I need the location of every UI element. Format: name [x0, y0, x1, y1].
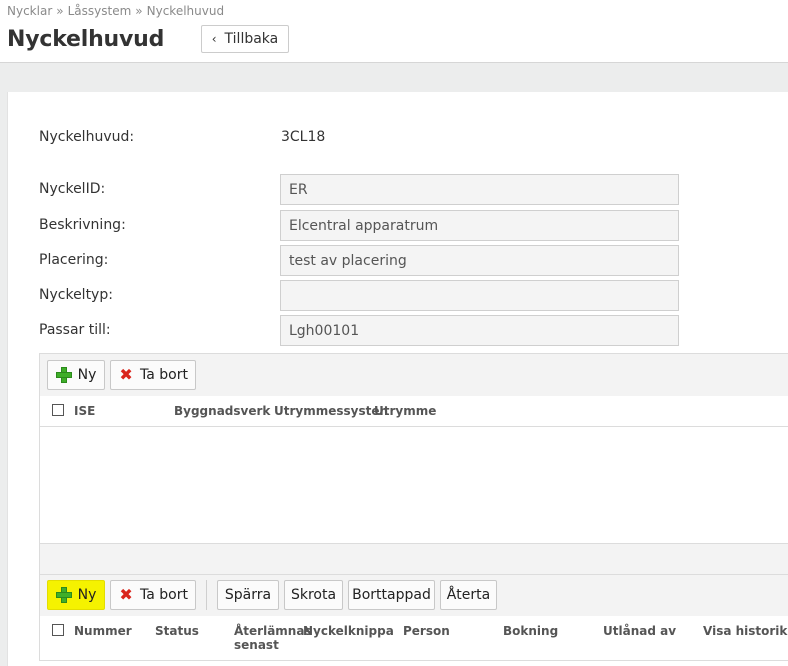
byggnadsverk-column-header[interactable]: Byggnadsverk [174, 404, 270, 418]
ise-grid-header: ISE Byggnadsverk Utrymmessysten Utrymme [39, 396, 788, 427]
utrymmessysten-column-header[interactable]: Utrymmessysten [274, 404, 388, 418]
plus-icon [55, 587, 72, 603]
ise-grid-body [39, 427, 788, 543]
ise-delete-label: Ta bort [140, 367, 188, 383]
breadcrumb-item-lassystem[interactable]: Låssystem [68, 4, 132, 18]
delete-x-icon: ✖ [119, 585, 133, 604]
nyckelid-label: NyckelID: [39, 181, 106, 197]
aterlamnas-senast-column-header[interactable]: Återlämnas senast [234, 624, 312, 652]
page-title: Nyckelhuvud [7, 27, 165, 52]
passar-till-field[interactable]: Lgh00101 [280, 315, 679, 346]
utlanad-av-column-header[interactable]: Utlånad av [603, 624, 676, 638]
ise-select-all-checkbox[interactable] [52, 404, 64, 416]
keys-grid-header: Nummer Status Återlämnas senast Nyckelkn… [39, 616, 788, 661]
block-button[interactable]: Spärra [217, 580, 279, 610]
keys-select-all-checkbox[interactable] [52, 624, 64, 636]
beskrivning-field[interactable]: Elcentral apparatrum [280, 210, 679, 241]
back-button[interactable]: ‹ Tillbaka [201, 25, 289, 53]
plus-icon [55, 367, 72, 383]
breadcrumb-separator: » [56, 4, 64, 18]
keys-new-label: Ny [77, 587, 97, 603]
breadcrumb: Nycklar» Låssystem» Nyckelhuvud [7, 4, 224, 18]
placering-label: Placering: [39, 252, 109, 268]
nummer-column-header[interactable]: Nummer [74, 624, 132, 638]
nyckelid-field[interactable]: ER [280, 174, 679, 205]
visa-historik-column-header[interactable]: Visa historik [703, 624, 787, 638]
ise-grid-footer [39, 543, 788, 575]
bokning-column-header[interactable]: Bokning [503, 624, 558, 638]
ise-column-header[interactable]: ISE [74, 404, 95, 418]
ise-new-label: Ny [77, 367, 97, 383]
nyckelknippa-column-header[interactable]: Nyckelknippa [303, 624, 394, 638]
ise-new-button[interactable]: Ny [47, 360, 105, 390]
nyckelhuvud-value: 3CL18 [281, 129, 326, 145]
nyckelhuvud-label: Nyckelhuvud: [39, 129, 135, 145]
keys-new-button[interactable]: Ny [47, 580, 105, 610]
keys-delete-button[interactable]: ✖ Ta bort [110, 580, 196, 610]
scrap-button[interactable]: Skrota [284, 580, 343, 610]
breadcrumb-separator: » [135, 4, 143, 18]
breadcrumb-item-current: Nyckelhuvud [146, 4, 225, 18]
restore-button[interactable]: Återta [440, 580, 497, 610]
lost-button[interactable]: Borttappad [348, 580, 435, 610]
ise-delete-button[interactable]: ✖ Ta bort [110, 360, 196, 390]
breadcrumb-item-nycklar[interactable]: Nycklar [7, 4, 52, 18]
status-column-header[interactable]: Status [155, 624, 199, 638]
keys-delete-label: Ta bort [140, 587, 188, 603]
page-header: Nycklar» Låssystem» Nyckelhuvud Nyckelhuvu… [0, 0, 788, 63]
passar-till-label: Passar till: [39, 322, 111, 338]
beskrivning-label: Beskrivning: [39, 217, 126, 233]
chevron-left-icon: ‹ [211, 32, 217, 46]
person-column-header[interactable]: Person [403, 624, 450, 638]
nyckeltyp-label: Nyckeltyp: [39, 287, 113, 303]
back-button-label: Tillbaka [224, 31, 279, 47]
delete-x-icon: ✖ [119, 365, 133, 384]
placering-field[interactable]: test av placering [280, 245, 679, 276]
nyckeltyp-field[interactable] [280, 280, 679, 311]
toolbar-divider [206, 580, 207, 610]
utrymme-column-header[interactable]: Utrymme [374, 404, 436, 418]
